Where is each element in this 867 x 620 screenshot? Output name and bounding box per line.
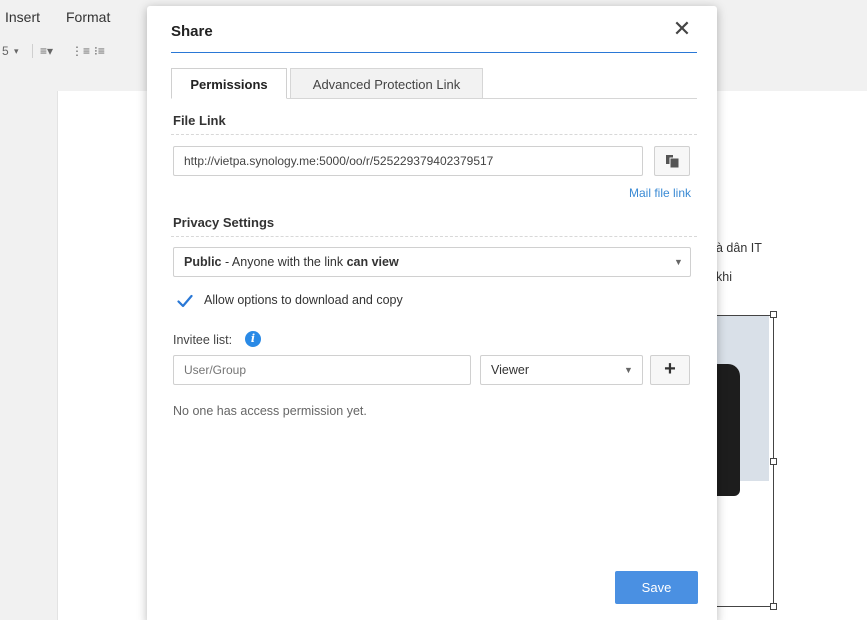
allow-download-checkbox[interactable] (177, 294, 193, 308)
resize-handle[interactable] (770, 311, 777, 318)
close-icon[interactable]: ✕ (670, 17, 694, 41)
file-link-field[interactable]: http://vietpa.synology.me:5000/oo/r/5252… (173, 146, 643, 176)
chevron-down-icon: ▼ (624, 365, 633, 375)
tab-advanced-protection-link[interactable]: Advanced Protection Link (290, 68, 483, 99)
copy-link-button[interactable] (654, 146, 690, 176)
align-dropdown-icon[interactable]: ≡▾ (40, 44, 53, 58)
empty-permissions-message: No one has access permission yet. (173, 404, 367, 418)
section-divider (171, 134, 697, 135)
title-divider (171, 52, 697, 53)
resize-handle[interactable] (770, 603, 777, 610)
tab-permissions[interactable]: Permissions (171, 68, 287, 99)
save-button[interactable]: Save (615, 571, 698, 604)
document-text: khi (716, 270, 732, 284)
document-text: à dân IT (716, 241, 762, 255)
document-image[interactable] (713, 315, 774, 607)
dialog-title: Share (171, 23, 213, 40)
toolbar-divider (32, 44, 33, 58)
chevron-down-icon: ▼ (674, 257, 683, 267)
font-size-value[interactable]: 5 (2, 44, 9, 58)
font-size-dropdown-icon[interactable]: ▾ (14, 46, 19, 57)
resize-handle[interactable] (770, 458, 777, 465)
invitee-list-label: Invitee list: (173, 333, 233, 347)
role-select[interactable]: Viewer ▼ (480, 355, 643, 385)
user-group-input[interactable] (173, 355, 471, 385)
privacy-description: - Anyone with the link (221, 255, 347, 269)
image-device (714, 364, 740, 496)
section-divider (171, 236, 697, 237)
format-toolbar: 5 ▾ ≡▾ ⋮≡ ⁝≡ (0, 40, 150, 62)
share-dialog: Share ✕ Permissions Advanced Protection … (147, 6, 717, 620)
privacy-level: Public (184, 255, 222, 269)
privacy-select[interactable]: Public - Anyone with the link can view ▼ (173, 247, 691, 277)
plus-icon: + (664, 358, 676, 380)
privacy-settings-heading: Privacy Settings (173, 215, 275, 230)
numbered-list-icon[interactable]: ⋮≡ (71, 44, 90, 58)
menu-format[interactable]: Format (66, 9, 110, 25)
privacy-permission: can view (346, 255, 399, 269)
mail-file-link[interactable]: Mail file link (567, 186, 691, 200)
allow-download-label[interactable]: Allow options to download and copy (204, 293, 403, 307)
info-icon[interactable]: i (245, 331, 261, 347)
menu-insert[interactable]: Insert (5, 9, 40, 25)
role-value: Viewer (491, 363, 529, 377)
add-invitee-button[interactable]: + (650, 355, 690, 385)
copy-icon (666, 155, 680, 168)
bulleted-list-icon[interactable]: ⁝≡ (94, 44, 105, 58)
file-link-heading: File Link (173, 113, 226, 128)
